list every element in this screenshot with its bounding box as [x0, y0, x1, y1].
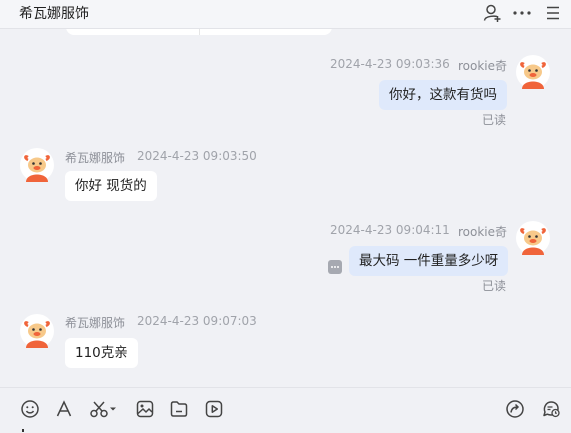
add-user-icon[interactable] — [482, 3, 502, 23]
avatar[interactable] — [516, 55, 550, 89]
message-list[interactable]: 2024-4-23 09:03:36 rookie奇 你好，这款有货吗 已读 希… — [0, 29, 571, 386]
message-bubble-incoming[interactable]: 110克亲 — [65, 338, 138, 368]
previous-message-card — [66, 29, 332, 35]
read-status: 已读 — [482, 113, 507, 127]
chat-header: 希瓦娜服饰 — [0, 0, 571, 29]
avatar[interactable] — [516, 221, 550, 255]
chat-title: 希瓦娜服饰 — [19, 6, 89, 22]
read-status: 已读 — [482, 279, 507, 293]
message-bubble-outgoing[interactable]: 你好，这款有货吗 — [379, 80, 507, 110]
message-time: 2024-4-23 09:04:11 — [330, 223, 450, 237]
menu-icon[interactable] — [543, 3, 563, 23]
sender-name: 希瓦娜服饰 — [65, 151, 126, 165]
message-time: 2024-4-23 09:03:36 — [330, 57, 450, 71]
message-time: 2024-4-23 09:07:03 — [137, 314, 257, 328]
folder-icon[interactable] — [169, 399, 189, 419]
message-time: 2024-4-23 09:03:50 — [137, 149, 257, 163]
sender-name: rookie奇 — [458, 59, 508, 73]
font-icon[interactable] — [54, 399, 74, 419]
share-icon[interactable] — [505, 399, 525, 419]
more-dots-icon[interactable] — [512, 3, 532, 23]
image-icon[interactable] — [135, 399, 155, 419]
input-toolbar — [0, 387, 571, 433]
emoji-icon[interactable] — [20, 399, 40, 419]
message-bubble-outgoing[interactable]: 最大码 一件重量多少呀 — [349, 246, 509, 276]
message-bubble-incoming[interactable]: 你好 现货的 — [65, 171, 157, 201]
chat-history-icon[interactable] — [541, 399, 561, 419]
avatar[interactable] — [20, 314, 54, 348]
message-more-icon[interactable] — [328, 260, 342, 274]
sender-name: rookie奇 — [458, 225, 508, 239]
video-icon[interactable] — [204, 399, 224, 419]
sender-name: 希瓦娜服饰 — [65, 316, 126, 330]
scissors-icon[interactable] — [89, 399, 119, 419]
avatar[interactable] — [20, 148, 54, 182]
